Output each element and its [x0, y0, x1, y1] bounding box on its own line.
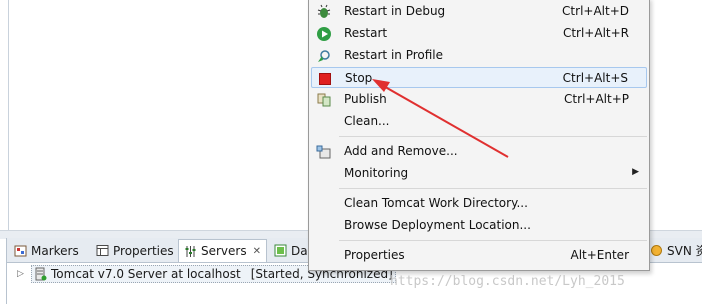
- tab-servers[interactable]: Servers ✕: [178, 239, 267, 262]
- menu-label: Stop: [345, 71, 373, 85]
- publish-icon: [317, 93, 331, 107]
- properties-icon: [96, 245, 109, 256]
- menu-accelerator: Ctrl+Alt+D: [562, 4, 629, 18]
- menu-label: Add and Remove...: [344, 144, 458, 158]
- menu-accelerator: Alt+Enter: [570, 248, 629, 262]
- menu-item-clean-work-dir[interactable]: Clean Tomcat Work Directory...: [311, 193, 647, 214]
- debug-bug-icon: [317, 4, 331, 18]
- tab-properties-label: Properties: [113, 243, 174, 258]
- menu-label: Restart in Profile: [344, 48, 444, 62]
- menu-item-properties[interactable]: Properties Alt+Enter: [311, 245, 647, 266]
- tab-svn[interactable]: SVN 资: [645, 240, 702, 261]
- menu-item-clean[interactable]: Clean...: [311, 111, 647, 132]
- menu-item-browse-deploy[interactable]: Browse Deployment Location...: [311, 215, 647, 236]
- menu-label: Restart in Debug: [344, 4, 446, 18]
- menu-item-restart-profile[interactable]: Restart in Profile: [311, 45, 647, 66]
- tab-data-source-label: Da: [291, 243, 308, 258]
- run-restart-icon: [317, 27, 331, 41]
- server-name: Tomcat v7.0 Server at localhost: [51, 267, 241, 281]
- menu-accelerator: Ctrl+Alt+S: [562, 71, 628, 85]
- menu-item-add-remove[interactable]: Add and Remove...: [311, 141, 647, 162]
- close-icon[interactable]: ✕: [253, 246, 261, 257]
- menu-item-restart[interactable]: Restart Ctrl+Alt+R: [311, 23, 647, 44]
- tab-markers-label: Markers: [31, 243, 79, 258]
- stop-icon: [319, 73, 331, 85]
- menu-label: Browse Deployment Location...: [344, 218, 531, 232]
- menu-label: Clean Tomcat Work Directory...: [344, 196, 528, 210]
- menu-item-monitoring[interactable]: Monitoring ▶: [311, 163, 647, 184]
- menu-accelerator: Ctrl+Alt+P: [564, 92, 629, 106]
- menu-label: Publish: [344, 92, 387, 106]
- tab-svn-label: SVN 资: [667, 244, 702, 258]
- menu-label: Clean...: [344, 114, 390, 128]
- menu-item-publish[interactable]: Publish Ctrl+Alt+P: [311, 89, 647, 110]
- watermark: https://blog.csdn.net/Lyh_2015: [390, 274, 625, 289]
- server-icon: [35, 267, 47, 281]
- add-remove-icon: [316, 145, 331, 159]
- svn-icon: [651, 245, 662, 256]
- tab-markers[interactable]: Markers: [9, 240, 84, 261]
- editor-left-border: [8, 0, 9, 234]
- menu-label: Monitoring: [344, 166, 409, 180]
- tab-servers-label: Servers: [201, 244, 247, 258]
- server-context-menu: Restart in Debug Ctrl+Alt+D Restart Ctrl…: [308, 0, 650, 271]
- menu-item-restart-debug[interactable]: Restart in Debug Ctrl+Alt+D: [311, 1, 647, 22]
- submenu-arrow-icon: ▶: [632, 167, 639, 177]
- menu-separator: [339, 136, 647, 137]
- menu-separator: [339, 240, 647, 241]
- tab-data-source[interactable]: Da: [269, 240, 313, 261]
- profile-icon: [318, 50, 330, 62]
- expand-icon[interactable]: ▷: [17, 269, 27, 279]
- menu-separator: [339, 188, 647, 189]
- menu-accelerator: Ctrl+Alt+R: [562, 26, 629, 40]
- menu-label: Restart: [344, 26, 388, 40]
- markers-icon: [14, 245, 27, 257]
- tab-properties[interactable]: Properties: [91, 240, 179, 261]
- menu-label: Properties: [344, 248, 405, 262]
- servers-icon: [185, 245, 196, 257]
- data-source-icon: [274, 244, 287, 257]
- menu-item-stop[interactable]: Stop Ctrl+Alt+S: [311, 67, 647, 88]
